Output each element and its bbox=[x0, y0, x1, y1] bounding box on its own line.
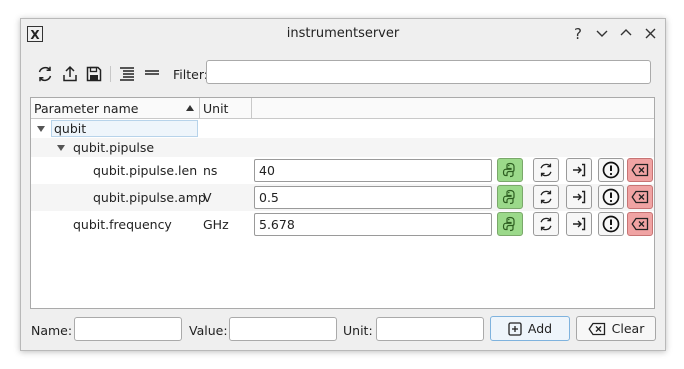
name-input[interactable] bbox=[74, 317, 182, 341]
python-icon bbox=[502, 162, 515, 178]
backspace-icon bbox=[631, 190, 649, 204]
title-bar: X instrumentserver ? bbox=[21, 19, 665, 50]
row-unit: ns bbox=[203, 163, 218, 178]
refresh-icon bbox=[540, 217, 552, 231]
row-name: qubit.pipulse.len bbox=[93, 163, 198, 178]
header-value bbox=[252, 98, 654, 119]
backspace-icon bbox=[588, 322, 605, 335]
bottom-bar: Name: Value: Unit: Add Clear bbox=[21, 315, 665, 345]
value-input[interactable]: 0.5 bbox=[254, 186, 492, 209]
value-input[interactable]: 40 bbox=[254, 159, 492, 182]
save-icon bbox=[86, 66, 102, 82]
plus-square-icon bbox=[508, 321, 522, 336]
alert-button[interactable] bbox=[598, 212, 624, 236]
refresh-icon bbox=[540, 163, 552, 177]
tree-row-qubit-pipulse[interactable]: qubit.pipulse bbox=[31, 138, 654, 157]
set-value-button[interactable] bbox=[566, 212, 592, 236]
alert-button[interactable] bbox=[598, 185, 624, 209]
maximize-button[interactable] bbox=[617, 24, 635, 44]
header-parameter-name[interactable]: Parameter name bbox=[31, 98, 200, 119]
row-unit: V bbox=[203, 190, 212, 205]
row-name: qubit.pipulse.amp bbox=[93, 190, 206, 205]
chevron-up-icon bbox=[620, 29, 632, 36]
help-button[interactable]: ? bbox=[569, 24, 587, 44]
upload-button[interactable] bbox=[60, 64, 80, 84]
expand-arrow-icon[interactable] bbox=[57, 145, 65, 151]
refresh-value-button[interactable] bbox=[533, 158, 559, 182]
clear-button[interactable]: Clear bbox=[576, 316, 656, 341]
unit-label: Unit: bbox=[343, 323, 373, 338]
tree-row-qubit[interactable]: qubit bbox=[31, 119, 654, 138]
python-button[interactable] bbox=[497, 185, 523, 209]
alert-button[interactable] bbox=[598, 158, 624, 182]
refresh-button[interactable] bbox=[35, 64, 55, 84]
name-label: Name: bbox=[31, 323, 73, 338]
header-unit[interactable]: Unit bbox=[200, 98, 252, 119]
sort-up-icon bbox=[186, 105, 194, 111]
set-value-button[interactable] bbox=[566, 185, 592, 209]
tree-row-qubit-pipulse-len[interactable]: qubit.pipulse.len ns 40 bbox=[31, 157, 654, 184]
row-name: qubit.frequency bbox=[73, 217, 172, 232]
clear-button-label: Clear bbox=[611, 321, 645, 336]
minimize-button[interactable] bbox=[593, 24, 611, 44]
login-arrow-icon bbox=[573, 190, 586, 204]
tree-row-qubit-pipulse-amp[interactable]: qubit.pipulse.amp V 0.5 bbox=[31, 184, 654, 211]
toolbar: Filter: bbox=[31, 57, 655, 91]
collapse-all-icon bbox=[145, 70, 159, 75]
chevron-down-icon bbox=[596, 30, 608, 37]
value-input-new[interactable] bbox=[229, 317, 337, 341]
expand-all-button[interactable] bbox=[117, 64, 137, 84]
set-value-button[interactable] bbox=[566, 158, 592, 182]
add-button-label: Add bbox=[527, 321, 553, 336]
close-button[interactable] bbox=[641, 24, 659, 44]
add-button[interactable]: Add bbox=[490, 316, 570, 341]
row-unit: GHz bbox=[203, 217, 229, 232]
row-name: qubit.pipulse bbox=[73, 140, 155, 155]
delete-button[interactable] bbox=[627, 158, 653, 182]
parameter-tree: Parameter name Unit qubit qubit.pipulse … bbox=[30, 97, 655, 309]
backspace-icon bbox=[631, 163, 649, 177]
filter-label: Filter: bbox=[173, 67, 208, 82]
upload-icon bbox=[63, 65, 77, 82]
delete-button[interactable] bbox=[627, 185, 653, 209]
expand-arrow-icon[interactable] bbox=[37, 126, 45, 132]
expand-all-icon bbox=[120, 67, 134, 81]
value-input[interactable]: 5.678 bbox=[254, 213, 492, 236]
python-button[interactable] bbox=[497, 212, 523, 236]
backspace-icon bbox=[631, 217, 649, 231]
delete-button[interactable] bbox=[627, 212, 653, 236]
refresh-value-button[interactable] bbox=[533, 185, 559, 209]
save-button[interactable] bbox=[84, 64, 104, 84]
filter-input[interactable] bbox=[206, 60, 651, 84]
row-name: qubit bbox=[51, 120, 198, 137]
python-icon bbox=[502, 189, 515, 205]
header-parameter-name-label: Parameter name bbox=[34, 101, 139, 116]
collapse-all-button[interactable] bbox=[142, 64, 162, 84]
refresh-icon bbox=[38, 66, 52, 82]
python-icon bbox=[502, 216, 515, 232]
refresh-icon bbox=[540, 190, 552, 204]
close-icon bbox=[645, 28, 655, 39]
unit-input[interactable] bbox=[376, 317, 484, 341]
value-label: Value: bbox=[189, 323, 228, 338]
login-arrow-icon bbox=[573, 217, 586, 231]
login-arrow-icon bbox=[573, 163, 586, 177]
alert-icon bbox=[602, 161, 620, 179]
refresh-value-button[interactable] bbox=[533, 212, 559, 236]
alert-icon bbox=[602, 215, 620, 233]
python-button[interactable] bbox=[497, 158, 523, 182]
main-window: X instrumentserver ? Filter: Parameter n… bbox=[20, 18, 666, 351]
alert-icon bbox=[602, 188, 620, 206]
tree-row-qubit-frequency[interactable]: qubit.frequency GHz 5.678 bbox=[31, 211, 654, 238]
